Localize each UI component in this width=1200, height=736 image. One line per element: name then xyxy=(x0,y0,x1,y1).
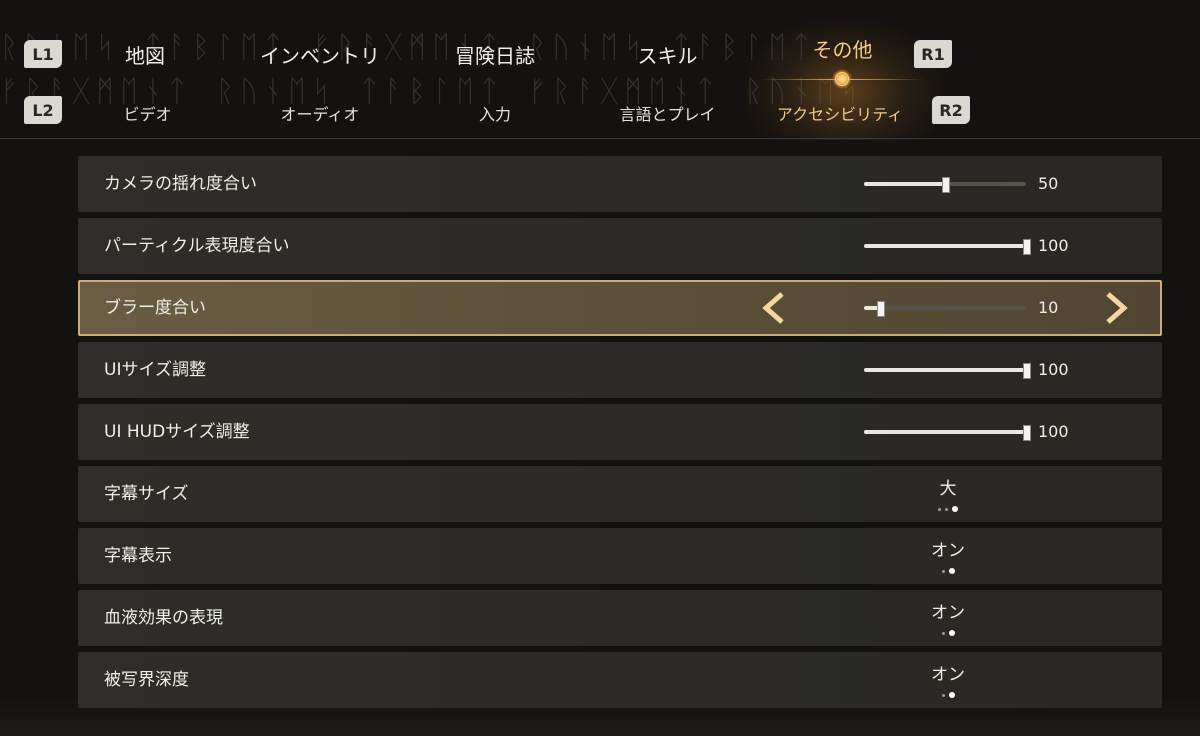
option-dot xyxy=(941,569,945,573)
slider-fill xyxy=(864,430,1026,434)
tab-language-gameplay[interactable]: 言語とプレイ xyxy=(595,98,740,128)
option-dot xyxy=(952,506,958,512)
l2-button-prompt[interactable]: L2 xyxy=(24,96,62,124)
setting-label: UI HUDサイズ調整 xyxy=(104,422,250,442)
tab-accessibility[interactable]: アクセシビリティ xyxy=(755,98,925,128)
setting-row-blur[interactable]: ブラー度合い 10 xyxy=(78,280,1162,336)
slider-fill xyxy=(864,244,1026,248)
menu-header: L1 R1 L2 R2 地図 インベントリ 冒険日誌 スキル その他 ビデオ オ… xyxy=(0,0,1200,140)
setting-row-ui-size[interactable]: UIサイズ調整 100 xyxy=(78,342,1162,398)
option-position-indicator xyxy=(898,692,998,698)
r2-button-prompt[interactable]: R2 xyxy=(932,96,970,124)
slider-fill xyxy=(864,368,1026,372)
setting-slider[interactable] xyxy=(864,301,1026,317)
option-position-indicator xyxy=(898,506,998,512)
setting-slider[interactable] xyxy=(864,425,1031,441)
setting-label: 字幕サイズ xyxy=(104,484,189,504)
setting-label: 被写界深度 xyxy=(104,670,189,690)
tab-map[interactable]: 地図 xyxy=(100,36,190,72)
slider-value: 50 xyxy=(1038,174,1059,193)
slider-fill xyxy=(864,182,945,186)
tab-skills[interactable]: スキル xyxy=(620,36,715,72)
setting-label: パーティクル表現度合い xyxy=(104,236,290,256)
setting-slider[interactable] xyxy=(864,363,1031,379)
option-dot xyxy=(948,630,955,636)
setting-label: カメラの揺れ度合い xyxy=(104,174,257,194)
slider-value: 10 xyxy=(1038,298,1059,317)
option-value[interactable]: 大 xyxy=(898,474,998,499)
l1-button-prompt[interactable]: L1 xyxy=(24,40,62,68)
header-divider xyxy=(0,138,1200,139)
setting-row-ui-hud-size[interactable]: UI HUDサイズ調整 100 xyxy=(78,404,1162,460)
tab-inventory[interactable]: インベントリ xyxy=(245,36,395,72)
setting-label: 血液効果の表現 xyxy=(104,608,223,628)
option-position-indicator xyxy=(898,630,998,636)
chevron-right-icon[interactable] xyxy=(1102,280,1130,336)
option-value[interactable]: オン xyxy=(898,536,998,561)
slider-thumb[interactable] xyxy=(1023,363,1031,379)
setting-label: ブラー度合い xyxy=(104,298,206,318)
option-dot xyxy=(938,507,941,511)
r1-button-prompt[interactable]: R1 xyxy=(914,40,952,68)
slider-value: 100 xyxy=(1038,360,1069,379)
option-dot xyxy=(941,693,945,697)
slider-thumb[interactable] xyxy=(1023,239,1031,255)
setting-row-camera-shake[interactable]: カメラの揺れ度合い 50 xyxy=(78,156,1162,212)
setting-label: UIサイズ調整 xyxy=(104,360,206,380)
slider-value: 100 xyxy=(1038,236,1069,255)
option-position-indicator xyxy=(898,568,998,574)
setting-slider[interactable] xyxy=(864,239,1031,255)
option-dot xyxy=(941,631,945,635)
settings-list: カメラの揺れ度合い 50 パーティクル表現度合い 100 ブラー度合い 10 UIサイズ調整… xyxy=(78,156,1162,714)
option-dot xyxy=(945,507,948,511)
slider-thumb[interactable] xyxy=(1023,425,1031,441)
tab-other[interactable]: その他 xyxy=(790,30,895,66)
slider-thumb[interactable] xyxy=(877,301,886,317)
chevron-left-icon[interactable] xyxy=(760,280,788,336)
tab-audio[interactable]: オーディオ xyxy=(255,98,385,128)
setting-label: 字幕表示 xyxy=(104,546,172,566)
active-tab-indicator-icon xyxy=(832,69,852,89)
slider-value: 100 xyxy=(1038,422,1069,441)
option-dot xyxy=(948,692,955,698)
option-value[interactable]: オン xyxy=(898,660,998,685)
setting-slider[interactable] xyxy=(864,177,1026,193)
tab-video[interactable]: ビデオ xyxy=(100,98,195,128)
setting-row-blood-effects[interactable]: 血液効果の表現 オン xyxy=(78,590,1162,646)
option-dot xyxy=(948,568,955,574)
setting-row-subtitle-size[interactable]: 字幕サイズ 大 xyxy=(78,466,1162,522)
setting-row-particle-effects[interactable]: パーティクル表現度合い 100 xyxy=(78,218,1162,274)
slider-thumb[interactable] xyxy=(942,177,950,193)
tab-journal[interactable]: 冒険日誌 xyxy=(440,36,550,72)
option-value[interactable]: オン xyxy=(898,598,998,623)
setting-row-depth-of-field[interactable]: 被写界深度 オン xyxy=(78,652,1162,708)
tab-input[interactable]: 入力 xyxy=(460,98,530,128)
setting-row-subtitle-display[interactable]: 字幕表示 オン xyxy=(78,528,1162,584)
